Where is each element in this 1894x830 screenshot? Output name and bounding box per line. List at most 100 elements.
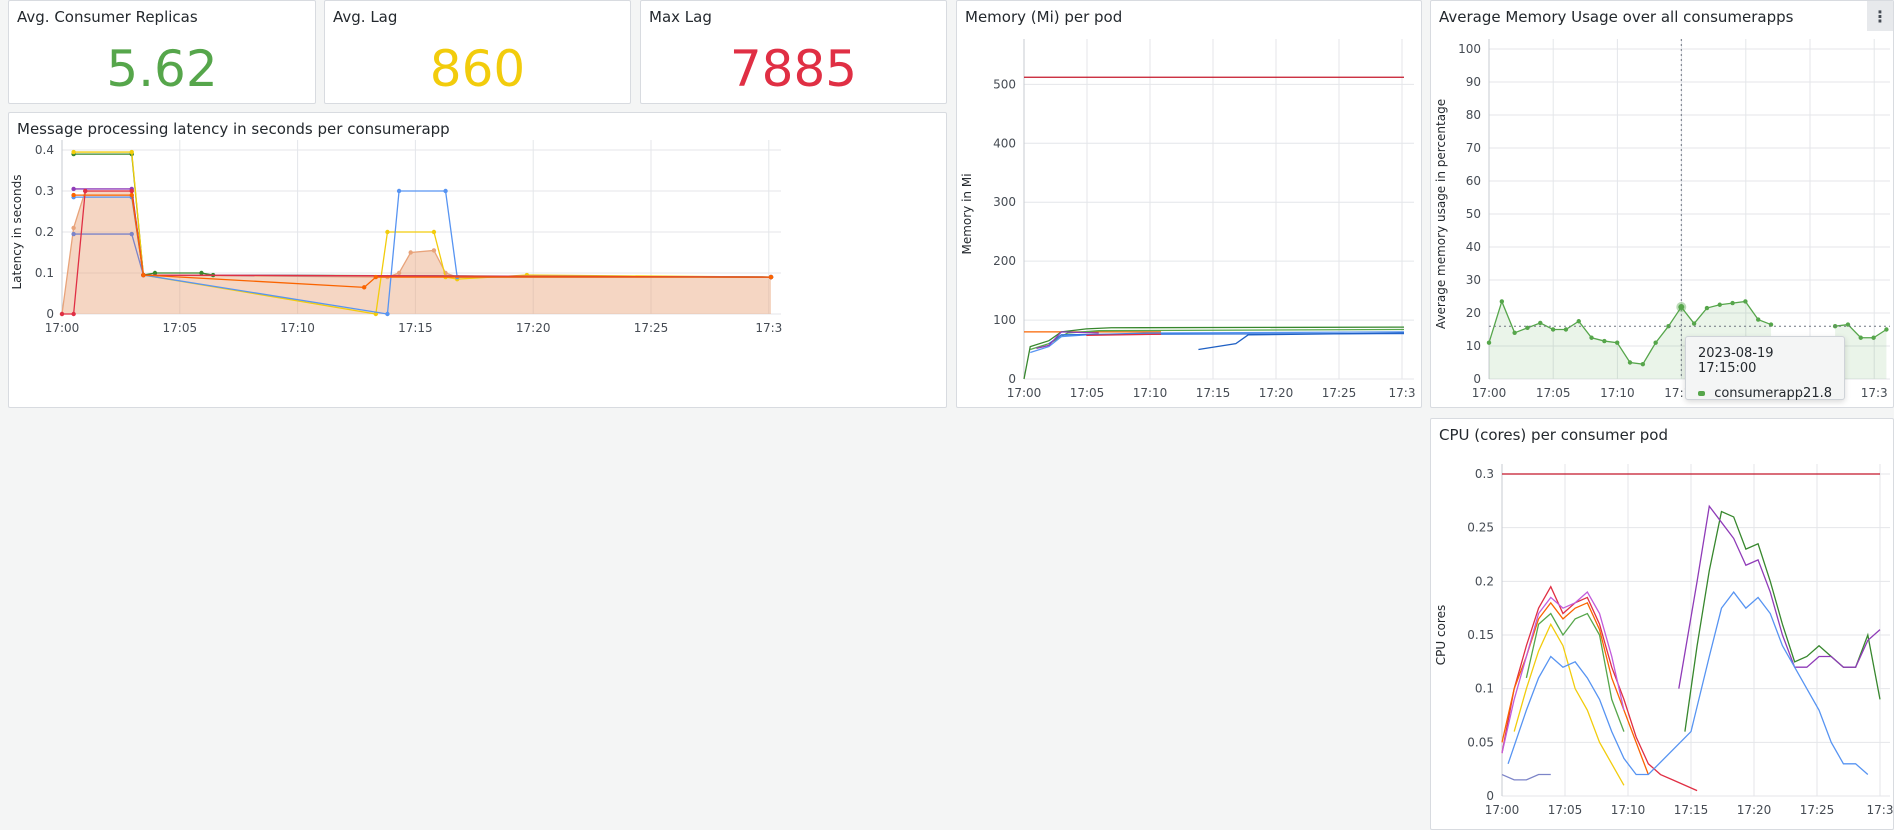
y-tick-label: 70 <box>1466 141 1481 155</box>
stat-value: 860 <box>429 40 526 98</box>
series-point <box>1858 335 1863 340</box>
memory-chart[interactable]: 0 100 200 300 400 500 17:00 17:05 17:10 17:15 17:2… <box>957 1 1422 408</box>
series-point <box>373 274 379 280</box>
memory-panel[interactable]: Memory (Mi) per pod 0 100 200 300 400 500 17:0… <box>956 0 1422 408</box>
x-tick-label: 17:05 <box>163 321 198 335</box>
x-tick-label: 17:25 <box>634 321 669 335</box>
series-point <box>385 229 390 235</box>
y-tick-label: 100 <box>993 313 1016 327</box>
series-point <box>396 188 402 194</box>
series-point <box>443 188 448 194</box>
series-point <box>129 149 134 155</box>
x-tick-label: 17:05 <box>1070 386 1105 400</box>
series-color-swatch <box>1698 391 1706 396</box>
series-point <box>385 311 390 317</box>
latency-chart[interactable]: 0 0.1 0.2 0.3 0.4 17:00 17:05 17:10 17:15 17:20 17… <box>9 113 947 408</box>
y-axis-label: Latency in seconds <box>10 174 24 289</box>
series-point <box>1486 340 1492 345</box>
x-tick-label: 17:25 <box>1322 386 1357 400</box>
y-tick-label: 50 <box>1466 207 1481 221</box>
series-line <box>1198 332 1405 351</box>
series-point <box>1602 338 1607 344</box>
stat-panel-replicas[interactable]: Avg. Consumer Replicas 5.62 <box>8 0 316 104</box>
x-tick-label: 17:3 <box>1861 386 1888 400</box>
y-tick-label: 300 <box>993 195 1016 209</box>
series-point <box>59 311 65 317</box>
y-tick-label: 80 <box>1466 108 1481 122</box>
y-tick-label: 0.15 <box>1467 628 1494 642</box>
x-tick-label: 17:10 <box>1133 386 1168 400</box>
x-tick-label: 17:20 <box>516 321 551 335</box>
series-line <box>1678 504 1881 689</box>
series-point <box>71 311 76 317</box>
x-tick-label: 17:00 <box>1007 386 1042 400</box>
x-tick-label: 17:3 <box>1389 386 1416 400</box>
x-tick-label: 17:10 <box>1600 386 1635 400</box>
series-point <box>1499 299 1505 304</box>
series-point <box>1884 327 1889 332</box>
cpu-panel[interactable]: CPU (cores) per consumer pod 0 0.05 0.1 0.1… <box>1430 418 1894 830</box>
y-tick-label: 0 <box>46 307 54 321</box>
y-tick-label: 200 <box>993 254 1016 268</box>
y-axis-label: CPU cores <box>1434 605 1448 665</box>
y-tick-label: 30 <box>1466 273 1481 287</box>
series-point <box>361 285 367 290</box>
latency-panel[interactable]: Message processing latency in seconds pe… <box>8 112 947 408</box>
series-point <box>1756 317 1761 322</box>
y-tick-label: 90 <box>1466 75 1481 89</box>
stat-panel-max-lag[interactable]: Max Lag 7885 <box>640 0 947 104</box>
series-point <box>1538 320 1543 326</box>
x-tick-label: 17:05 <box>1536 386 1571 400</box>
y-tick-label: 10 <box>1466 339 1481 353</box>
series-point <box>71 231 76 237</box>
series-point <box>1576 319 1581 324</box>
x-tick-label: 17:00 <box>1485 803 1520 817</box>
y-tick-label: 0.1 <box>35 266 54 280</box>
x-tick-label: 17:00 <box>45 321 80 335</box>
x-tick-label: 17:3 <box>1867 803 1894 817</box>
panel-title: Avg. Consumer Replicas <box>17 8 198 26</box>
series-point <box>71 225 76 231</box>
series-point <box>141 272 146 278</box>
cpu-chart[interactable]: 0 0.05 0.1 0.15 0.2 0.25 0.3 17:00 17:05 17:10 17:… <box>1431 419 1894 830</box>
x-tick-label: 17:20 <box>1259 386 1294 400</box>
x-tick-label: 17:15 <box>1674 803 1709 817</box>
y-tick-label: 0.25 <box>1467 521 1494 535</box>
y-axis-label: Average memory usage in percentage <box>1434 99 1448 329</box>
series-point <box>1730 300 1735 306</box>
y-tick-label: 100 <box>1458 42 1481 56</box>
series-point <box>396 270 402 276</box>
y-tick-label: 0.1 <box>1475 682 1494 696</box>
x-tick-label: 17:10 <box>280 321 315 335</box>
panel-title: Max Lag <box>649 8 712 26</box>
y-tick-label: 0.05 <box>1467 735 1494 749</box>
y-tick-label: 500 <box>993 77 1016 91</box>
series-point <box>129 231 134 237</box>
series-point <box>1871 335 1876 340</box>
panel-title: Avg. Lag <box>333 8 398 26</box>
y-tick-label: 0.3 <box>1475 467 1494 481</box>
series-line <box>1513 622 1625 786</box>
series-point <box>1589 335 1594 340</box>
stat-panel-avg-lag[interactable]: Avg. Lag 860 <box>324 0 631 104</box>
series-line <box>1501 773 1551 781</box>
y-tick-label: 0 <box>1486 789 1494 803</box>
x-tick-label: 17:00 <box>1472 386 1507 400</box>
tooltip-series-value: 21.8 <box>1803 386 1832 401</box>
x-tick-label: 17:15 <box>1196 386 1231 400</box>
y-tick-label: 0 <box>1008 372 1016 386</box>
series-point <box>768 274 774 280</box>
series-point <box>71 149 76 155</box>
y-tick-label: 60 <box>1466 174 1481 188</box>
series-point <box>1691 321 1697 326</box>
y-tick-label: 20 <box>1466 306 1481 320</box>
x-tick-label: 17:25 <box>1800 803 1835 817</box>
tooltip-time: 2023-08-19 17:15:00 <box>1698 346 1774 376</box>
series-point <box>129 188 134 194</box>
series-point <box>1743 299 1748 304</box>
x-tick-label: 17:05 <box>1548 803 1583 817</box>
series-point <box>71 186 76 192</box>
series-point <box>431 248 437 253</box>
series-point <box>408 250 413 255</box>
series-point <box>1704 305 1710 311</box>
